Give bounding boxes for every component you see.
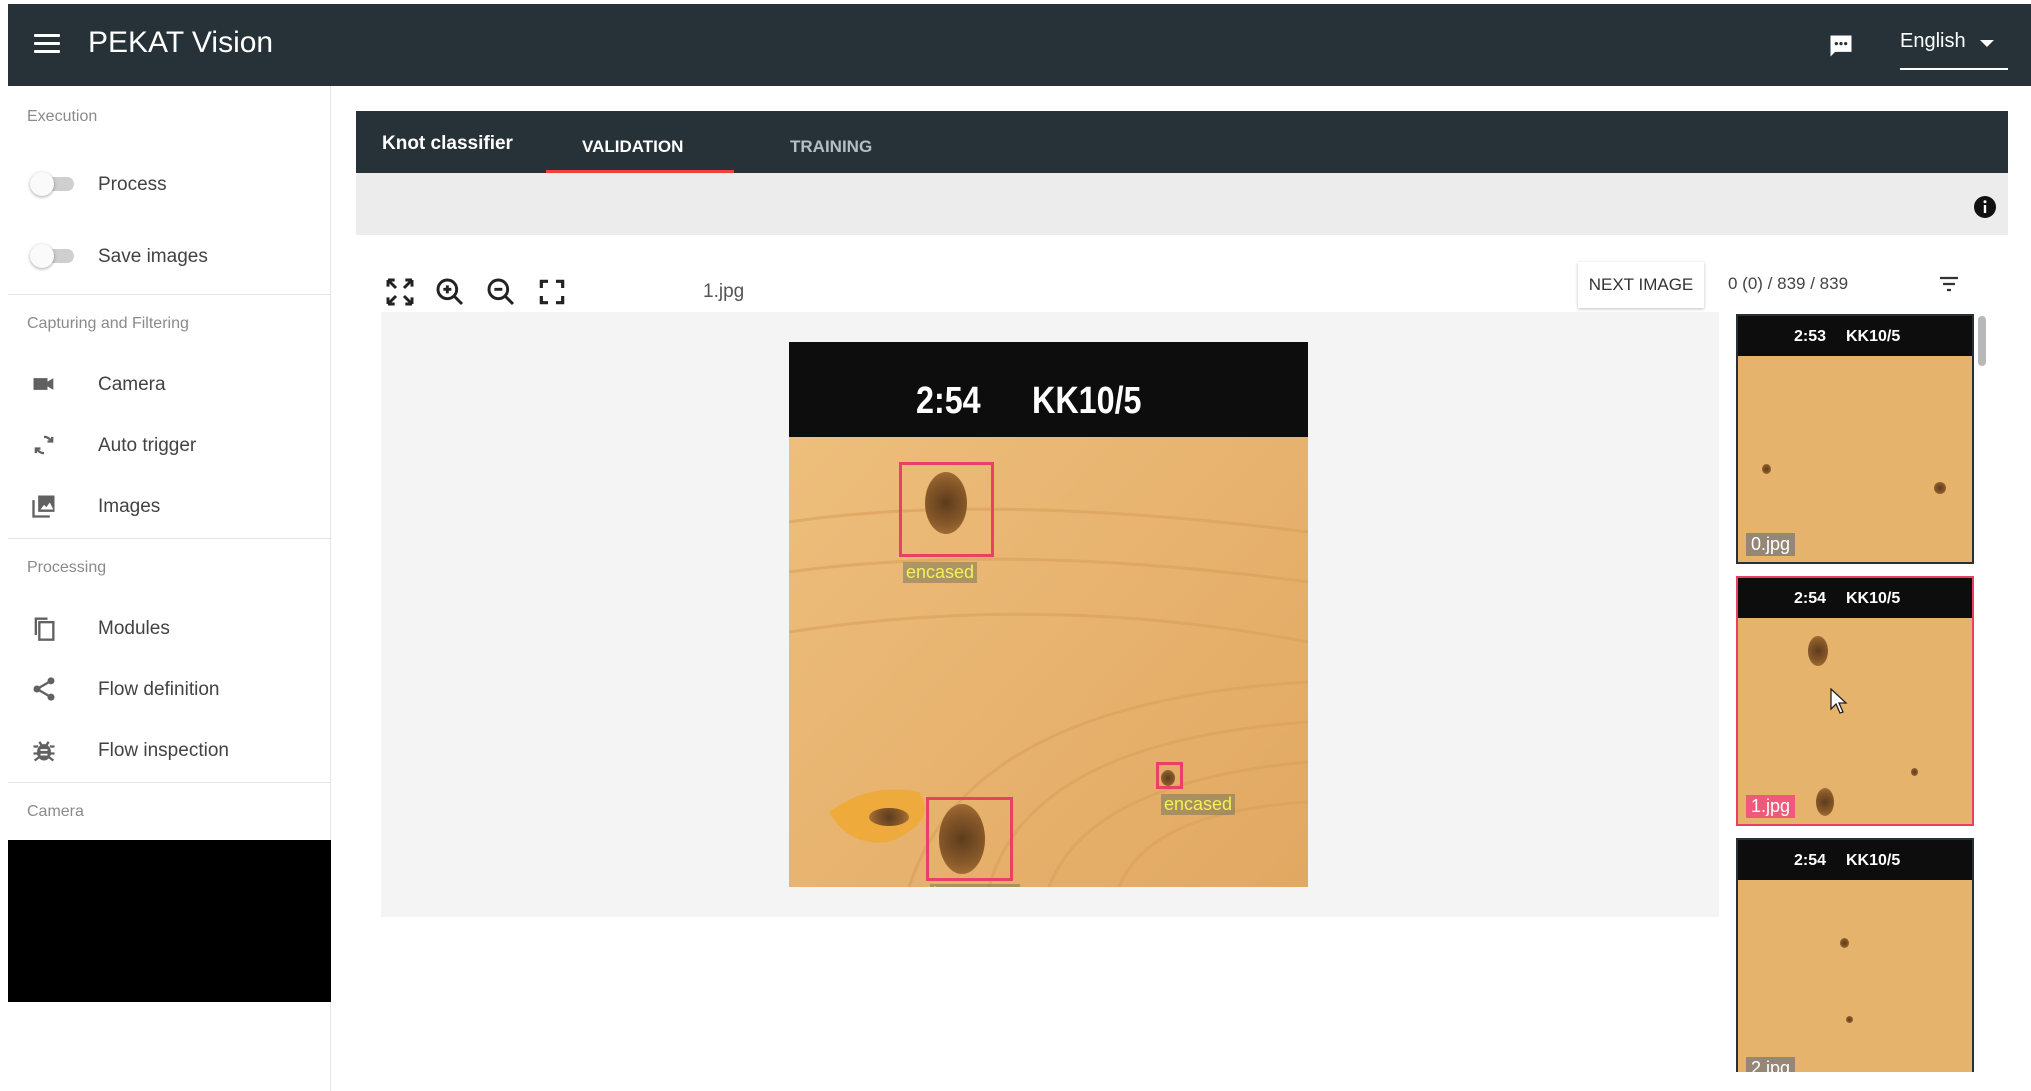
thumbnail-name: 0.jpg [1746, 533, 1796, 556]
sidebar-item-label: Flow definition [98, 679, 220, 700]
image-code: KK10/5 [1032, 380, 1142, 422]
save-images-toggle[interactable] [30, 244, 76, 268]
zoom-out-icon[interactable] [485, 276, 517, 308]
sidebar-item-label: Flow inspection [98, 740, 229, 761]
knot [1911, 768, 1918, 776]
knot [1762, 464, 1771, 474]
sidebar: Execution Process Save images Capturing … [8, 86, 331, 1091]
thumbnail-time: 2:54 [1794, 590, 1827, 607]
divider [8, 294, 331, 295]
fit-screen-icon[interactable] [536, 276, 568, 308]
detection-box[interactable] [899, 462, 994, 557]
feedback-icon[interactable] [1826, 32, 1856, 60]
tab-validation[interactable]: VALIDATION [582, 137, 683, 157]
image-counter: 0 (0) / 839 / 839 [1728, 274, 1849, 293]
next-image-button[interactable]: NEXT IMAGE [1578, 262, 1704, 308]
section-processing-title: Processing [27, 559, 107, 576]
divider [8, 538, 331, 539]
section-camera-title: Camera [27, 803, 84, 820]
sidebar-item-modules[interactable]: Modules [8, 600, 331, 656]
chevron-down-icon [1980, 40, 1994, 47]
knot [1808, 636, 1828, 666]
sidebar-item-label: Modules [98, 618, 170, 639]
zoom-in-icon[interactable] [434, 276, 466, 308]
inspected-image: 2:54 KK10/5 encased encased intergrown [789, 342, 1308, 887]
module-header: Knot classifier VALIDATION TRAINING [356, 111, 2008, 173]
thumbnail[interactable]: 2:54 KK10/5 2.jpg [1736, 838, 1974, 1072]
knot [1840, 938, 1849, 948]
save-images-label: Save images [98, 246, 208, 267]
image-viewer[interactable]: 2:54 KK10/5 encased encased intergrown [381, 312, 1719, 917]
process-toggle[interactable] [30, 172, 76, 196]
sidebar-item-label: Auto trigger [98, 435, 197, 456]
detection-label: intergrown [930, 884, 1021, 887]
module-name: Knot classifier [382, 133, 513, 154]
app-frame: PEKAT Vision English Execution Process S… [8, 4, 2031, 1091]
camera-preview [8, 840, 331, 1002]
info-icon[interactable] [1973, 195, 1997, 219]
bug-icon [33, 741, 55, 762]
sidebar-item-flow-inspection[interactable]: Flow inspection [8, 722, 331, 778]
thumbnail-name: 2.jpg [1746, 1057, 1796, 1072]
share-icon [33, 677, 55, 701]
image-timestamp-bar: 2:54 KK10/5 [789, 342, 1308, 437]
sidebar-item-label: Images [98, 496, 161, 517]
knot [1934, 482, 1946, 494]
mouse-cursor-icon [1830, 688, 1848, 714]
thumbnail-time: 2:54 [1794, 852, 1827, 869]
refresh-icon [34, 435, 54, 455]
thumbnail-code: KK10/5 [1846, 852, 1901, 869]
thumbnail-code: KK10/5 [1846, 590, 1901, 607]
sidebar-item-flow-definition[interactable]: Flow definition [8, 661, 331, 717]
sidebar-item-camera[interactable]: Camera [8, 356, 331, 412]
copy-icon [34, 617, 55, 641]
sidebar-item-images[interactable]: Images [8, 478, 331, 534]
detection-label: encased [1161, 794, 1236, 815]
thumbnail-time: 2:53 [1794, 328, 1827, 345]
thumbnail-code: KK10/5 [1846, 328, 1901, 345]
divider [8, 782, 331, 783]
info-bar [356, 173, 2008, 235]
image-time: 2:54 [916, 380, 981, 422]
sidebar-item-label: Camera [98, 374, 166, 395]
filter-icon[interactable] [1936, 272, 1962, 296]
language-value: English [1900, 30, 1966, 52]
current-filename: 1.jpg [703, 281, 745, 302]
menu-icon[interactable] [34, 34, 60, 56]
thumbnail-scrollbar[interactable] [1978, 316, 1986, 366]
image-icon [32, 495, 55, 518]
thumbnail-name: 1.jpg [1746, 795, 1796, 818]
process-label: Process [98, 174, 167, 195]
save-images-toggle-row[interactable]: Save images [8, 228, 331, 284]
knot [1846, 1016, 1853, 1023]
knot [1816, 788, 1834, 816]
detection-box[interactable] [1156, 762, 1183, 789]
sidebar-item-auto-trigger[interactable]: Auto trigger [8, 417, 331, 473]
fullscreen-icon[interactable] [384, 276, 416, 308]
detection-box[interactable] [926, 797, 1013, 881]
thumbnail-selected[interactable]: 2:54 KK10/5 1.jpg [1736, 576, 1974, 826]
section-execution-title: Execution [27, 108, 98, 125]
app-title: PEKAT Vision [88, 26, 274, 59]
language-select[interactable]: English [1900, 30, 2008, 70]
videocam-icon [33, 378, 54, 390]
detection-label: encased [903, 562, 978, 583]
thumbnail[interactable]: 2:53 KK10/5 0.jpg [1736, 314, 1974, 564]
process-toggle-row[interactable]: Process [8, 156, 331, 212]
tab-training[interactable]: TRAINING [790, 137, 872, 157]
knot [869, 808, 909, 826]
thumbnail-list: 2:53 KK10/5 0.jpg 2:54 KK10/5 1.jpg 2:54 KK… [1736, 312, 1978, 1072]
app-bar: PEKAT Vision English [8, 4, 2031, 86]
section-capturing-title: Capturing and Filtering [27, 315, 189, 332]
